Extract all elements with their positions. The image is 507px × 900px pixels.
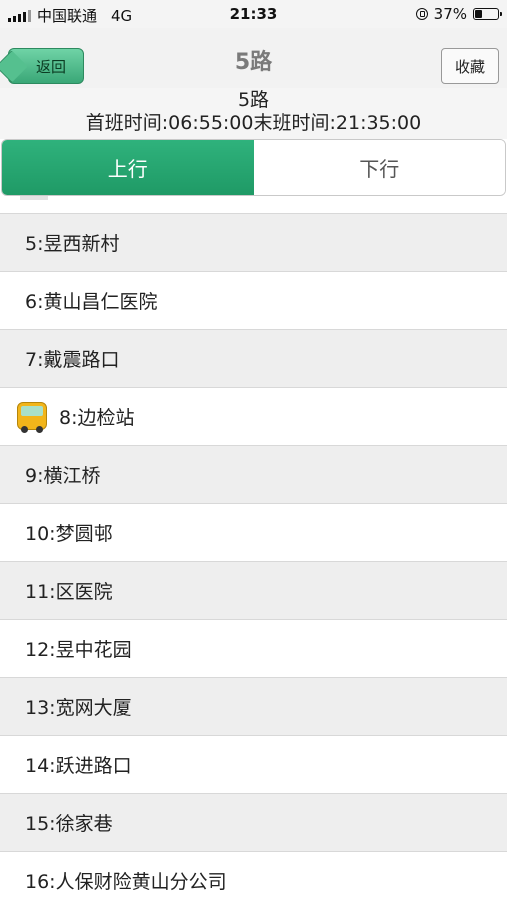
stop-label: 12:昱中花园 (25, 639, 132, 661)
stop-label: 7:戴震路口 (25, 349, 120, 371)
list-item[interactable]: 16:人保财险黄山分公司 (0, 852, 507, 900)
list-item[interactable]: 10:梦圆邨 (0, 504, 507, 562)
list-item[interactable]: 11:区医院 (0, 562, 507, 620)
tab-up-direction[interactable]: 上行 (2, 140, 254, 195)
stop-label: 10:梦圆邨 (25, 523, 113, 545)
stop-label: 8:边检站 (59, 407, 135, 429)
stop-label: 14:跃进路口 (25, 755, 132, 777)
stop-label: 15:徐家巷 (25, 813, 113, 835)
list-item[interactable]: 12:昱中花园 (0, 620, 507, 678)
list-item-partial (0, 196, 507, 214)
stop-label: 11:区医院 (25, 581, 113, 603)
route-schedule: 首班时间:06:55:00末班时间:21:35:00 (85, 112, 422, 134)
list-item[interactable]: 13:宽网大厦 (0, 678, 507, 736)
battery-icon (473, 8, 502, 20)
list-item[interactable]: 7:戴震路口 (0, 330, 507, 388)
stop-label: 13:宽网大厦 (25, 697, 132, 719)
nav-bar: 返回 5路 收藏 (0, 28, 507, 90)
stop-label: 16:人保财险黄山分公司 (25, 871, 227, 893)
list-item[interactable]: 15:徐家巷 (0, 794, 507, 852)
route-info: 5路 首班时间:06:55:00末班时间:21:35:00 (0, 88, 507, 139)
tab-down-direction[interactable]: 下行 (253, 140, 505, 195)
route-name: 5路 (237, 89, 270, 111)
page-title: 5路 (234, 50, 273, 75)
battery-percent: 37% (433, 5, 467, 23)
orientation-lock-icon (415, 8, 428, 20)
bus-icon (15, 400, 49, 434)
direction-toggle: 上行 下行 (1, 139, 506, 196)
list-item[interactable]: 9:横江桥 (0, 446, 507, 504)
list-item[interactable]: 6:黄山昌仁医院 (0, 272, 507, 330)
list-item[interactable]: 5:昱西新村 (0, 214, 507, 272)
stop-label: 9:横江桥 (25, 465, 101, 487)
list-item[interactable]: 14:跃进路口 (0, 736, 507, 794)
stop-list[interactable]: 5:昱西新村 6:黄山昌仁医院 7:戴震路口 8:边检站 9:横江桥 10:梦圆邨 11:区… (0, 196, 507, 900)
list-item[interactable]: 8:边检站 (0, 388, 507, 446)
stop-label: 6:黄山昌仁医院 (25, 291, 158, 313)
status-bar: 中国联通 4G 21:33 37% (0, 0, 507, 28)
stop-label: 5:昱西新村 (25, 233, 120, 255)
favorite-button[interactable]: 收藏 (441, 48, 499, 84)
